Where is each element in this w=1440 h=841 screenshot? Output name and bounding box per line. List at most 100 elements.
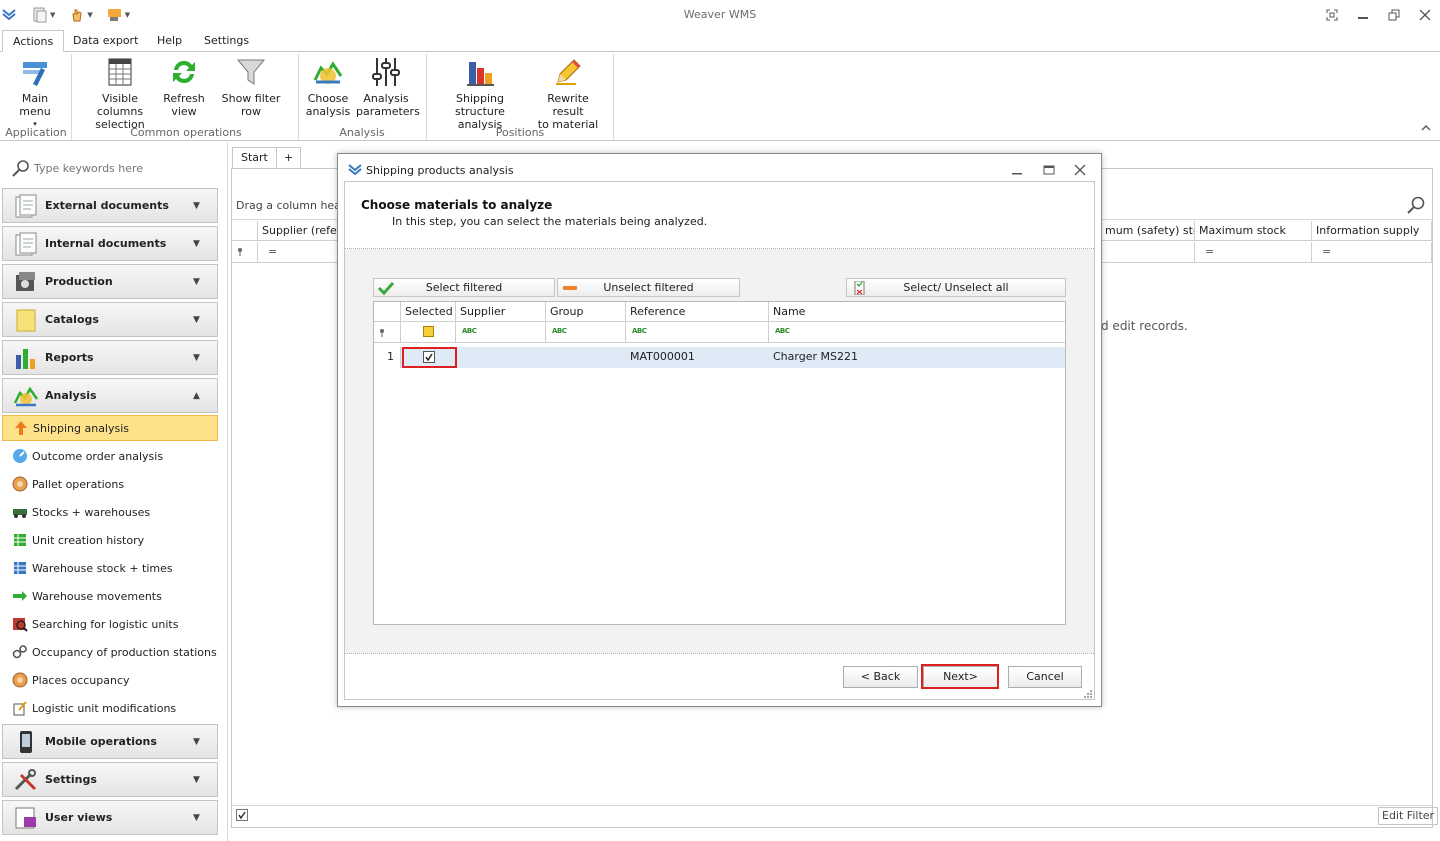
dialog-title: Shipping products analysis (366, 164, 514, 177)
nav-item-unit-creation-history[interactable]: Unit creation history (2, 527, 218, 553)
checklist-icon (851, 280, 867, 295)
tab-start[interactable]: Start (232, 147, 277, 169)
grid-empty-hint: d edit records. (1101, 319, 1188, 333)
column-header-minimum-stock[interactable]: mum (safety) sto... (1101, 221, 1195, 241)
restore-icon[interactable] (1385, 6, 1403, 24)
rewrite-result-button[interactable]: Rewrite result to material (532, 56, 604, 131)
text-filter-icon: ABC (552, 327, 567, 335)
tab-data-export[interactable]: Data export (63, 30, 148, 52)
dialog-logo-icon (348, 163, 362, 177)
select-filtered-button[interactable]: Select filtered (373, 278, 555, 297)
nav-group-reports[interactable]: Reports ▼ (2, 340, 218, 375)
column-header-reference[interactable]: Reference (626, 302, 769, 322)
column-header-maximum-stock[interactable]: Maximum stock (1195, 221, 1312, 241)
gauge-icon (12, 448, 28, 464)
column-header-information-supply[interactable]: Information supply (1312, 221, 1432, 241)
search-units-icon (12, 616, 28, 632)
nav-item-occupancy-production-stations[interactable]: Occupancy of production stations (2, 639, 218, 665)
nav-item-logistic-unit-modifications[interactable]: Logistic unit modifications (2, 695, 218, 721)
add-tab-button[interactable]: + (276, 147, 302, 169)
filter-cell-supplier[interactable]: ABC (456, 322, 546, 343)
nav-group-internal-documents[interactable]: Internal documents ▼ (2, 226, 218, 261)
bar-chart-icon (464, 56, 496, 88)
tools-icon (13, 767, 39, 793)
filter-row-indicator (232, 242, 258, 263)
chevron-down-icon: ▼ (193, 314, 200, 325)
filter-cell-group[interactable]: ABC (546, 322, 626, 343)
dialog-maximize-icon[interactable] (1043, 164, 1055, 176)
cell-group[interactable] (546, 347, 626, 368)
refresh-view-button[interactable]: Refresh view (162, 56, 206, 118)
cell-name[interactable]: Charger MS221 (769, 347, 1065, 368)
nav-item-pallet-operations[interactable]: Pallet operations (2, 471, 218, 497)
filter-cell-reference[interactable]: ABC (626, 322, 769, 343)
main-menu-button[interactable]: Main menu ▾ (6, 56, 64, 131)
truck-icon (12, 504, 28, 520)
nav-group-external-documents[interactable]: External documents ▼ (2, 188, 218, 223)
filter-cell-name[interactable]: ABC (769, 322, 1065, 343)
cell-supplier[interactable] (456, 347, 546, 368)
cancel-button[interactable]: Cancel (1008, 666, 1082, 688)
dialog-minimize-icon[interactable] (1011, 165, 1023, 177)
analysis-parameters-button[interactable]: Analysis parameters (356, 56, 420, 118)
search-input[interactable] (34, 159, 218, 177)
nav-search[interactable] (8, 157, 220, 179)
text-filter-icon: ABC (632, 327, 647, 335)
column-header-supplier[interactable]: Supplier (refere (258, 221, 338, 241)
nav-item-places-occupancy[interactable]: Places occupancy (2, 667, 218, 693)
show-filter-row-button[interactable]: Show filter row (212, 56, 290, 118)
resize-grip-icon[interactable] (1083, 689, 1093, 699)
close-icon[interactable] (1416, 6, 1434, 24)
tab-actions[interactable]: Actions (2, 30, 65, 52)
indeterminate-checkbox-icon (423, 326, 434, 337)
nav-item-shipping-analysis[interactable]: Shipping analysis (2, 415, 218, 441)
nav-group-settings[interactable]: Settings ▼ (2, 762, 218, 797)
minimize-icon[interactable] (1354, 6, 1372, 24)
tab-settings[interactable]: Settings (194, 30, 259, 52)
column-header-supplier[interactable]: Supplier (456, 302, 546, 322)
filter-cell-selected[interactable] (401, 322, 456, 343)
nav-item-warehouse-stock-times[interactable]: Warehouse stock + times (2, 555, 218, 581)
visible-columns-button[interactable]: Visible columns selection (82, 56, 158, 131)
find-icon[interactable] (1406, 195, 1426, 215)
edit-filter-button[interactable]: Edit Filter (1378, 807, 1439, 825)
collapse-ribbon-icon[interactable] (1421, 124, 1431, 132)
column-header-selected[interactable]: Selected (401, 302, 456, 322)
filter-cell-maximum-stock[interactable]: = (1195, 242, 1312, 263)
nav-item-warehouse-movements[interactable]: Warehouse movements (2, 583, 218, 609)
table-icon (12, 532, 28, 548)
shipping-structure-analysis-button[interactable]: Shipping structure analysis (432, 56, 528, 131)
nav-item-outcome-order-analysis[interactable]: Outcome order analysis (2, 443, 218, 469)
group-label-positions: Positions (495, 126, 545, 139)
window-title: Weaver WMS (683, 8, 757, 21)
mobile-icon (13, 729, 39, 755)
back-button[interactable]: < Back (843, 666, 918, 688)
ribbon: Main menu ▾ Application Visible columns … (0, 51, 1440, 141)
document-icon (13, 231, 39, 257)
fullscreen-icon[interactable] (1323, 6, 1341, 24)
nav-group-mobile-operations[interactable]: Mobile operations ▼ (2, 724, 218, 759)
nav-group-analysis[interactable]: Analysis ▲ (2, 378, 218, 413)
column-header-group[interactable]: Group (546, 302, 626, 322)
nav-group-user-views[interactable]: User views ▼ (2, 800, 218, 835)
tab-help[interactable]: Help (147, 30, 192, 52)
select-unselect-all-button[interactable]: Select/ Unselect all (846, 278, 1066, 297)
column-header-name[interactable]: Name (769, 302, 1065, 322)
filter-enabled-checkbox[interactable] (236, 809, 248, 821)
unselect-filtered-button[interactable]: Unselect filtered (557, 278, 740, 297)
arrows-icon (12, 588, 28, 604)
arrow-up-icon (13, 420, 29, 436)
choose-analysis-button[interactable]: Choose analysis (304, 56, 352, 118)
nav-item-stocks-warehouses[interactable]: Stocks + warehouses (2, 499, 218, 525)
filter-cell-minimum-stock[interactable] (1101, 242, 1195, 263)
chevron-down-icon: ▼ (193, 774, 200, 785)
nav-item-searching-logistic-units[interactable]: Searching for logistic units (2, 611, 218, 637)
filter-cell-information-supply[interactable]: = (1312, 242, 1432, 263)
filter-cell-supplier[interactable]: = (258, 242, 338, 263)
main-menu-icon (19, 56, 51, 88)
dialog-close-icon[interactable] (1074, 164, 1086, 176)
nav-group-production[interactable]: Production ▼ (2, 264, 218, 299)
nav-group-catalogs[interactable]: Catalogs ▼ (2, 302, 218, 337)
row-number: 1 (374, 347, 401, 368)
cell-reference[interactable]: MAT000001 (626, 347, 769, 368)
